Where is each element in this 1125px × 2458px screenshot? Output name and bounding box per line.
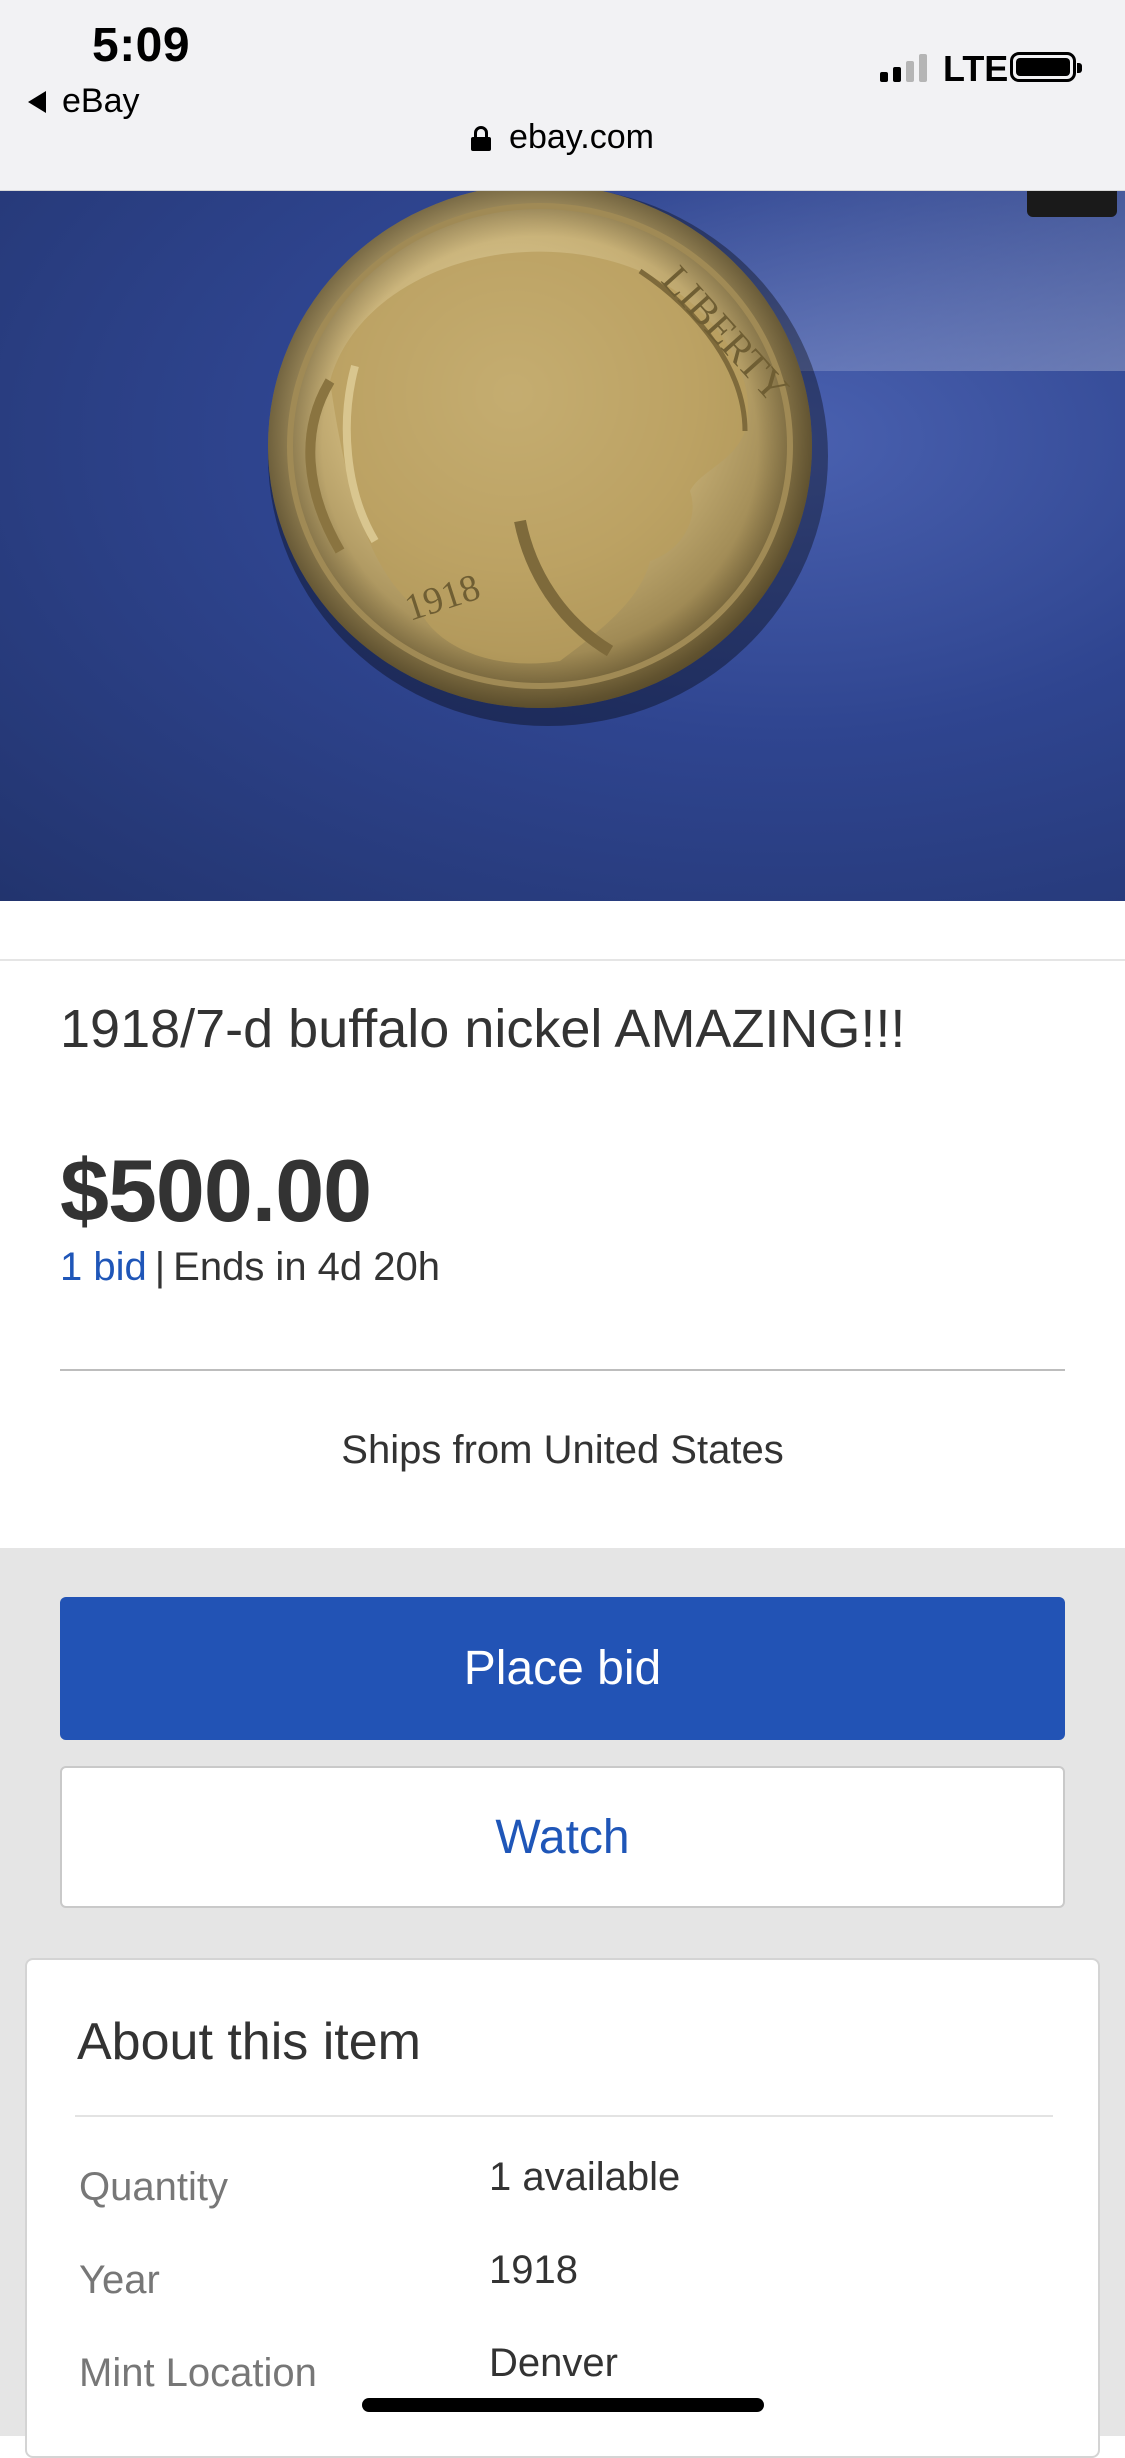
- bid-info: 1 bid | Ends in 4d 20h: [60, 1245, 440, 1290]
- battery-icon: [1010, 52, 1082, 82]
- back-arrow-icon: [28, 90, 46, 113]
- image-corner-overlay: [1027, 191, 1117, 217]
- about-item-card: About this item Quantity 1 available Yea…: [25, 1958, 1100, 2458]
- bid-separator: |: [154, 1245, 166, 1289]
- about-divider: [75, 2115, 1053, 2117]
- network-label: LTE: [943, 48, 1009, 89]
- item-title: 1918/7-d buffalo nickel AMAZING!!!: [60, 999, 906, 1059]
- spec-label: Quantity: [79, 2165, 228, 2209]
- spec-value: 1918: [489, 2248, 578, 2292]
- spec-value: Denver: [489, 2341, 618, 2385]
- status-bar: 5:09 eBay LTE ebay.com: [0, 0, 1125, 191]
- url-text: ebay.com: [509, 118, 654, 156]
- bid-count-link[interactable]: 1 bid: [60, 1245, 147, 1289]
- coin-image: LIBERTY 1918: [268, 191, 1125, 726]
- address-bar[interactable]: ebay.com: [0, 118, 1125, 157]
- spec-label: Year: [79, 2258, 160, 2302]
- image-pager-strip: [0, 901, 1125, 961]
- watch-button[interactable]: Watch: [60, 1766, 1065, 1908]
- divider: [60, 1369, 1065, 1371]
- lock-icon: [471, 125, 492, 151]
- spec-label: Mint Location: [79, 2351, 317, 2395]
- time-left: Ends in 4d 20h: [173, 1245, 441, 1289]
- product-image[interactable]: LIBERTY 1918: [0, 191, 1125, 901]
- place-bid-button[interactable]: Place bid: [60, 1597, 1065, 1740]
- spec-value: 1 available: [489, 2155, 681, 2199]
- back-app-label: eBay: [62, 82, 140, 120]
- back-to-app-link[interactable]: eBay: [28, 82, 140, 121]
- about-item-heading: About this item: [77, 2013, 421, 2071]
- signal-icon: [880, 52, 927, 82]
- ships-from: Ships from United States: [341, 1428, 784, 1472]
- clock: 5:09: [92, 19, 191, 72]
- item-price: $500.00: [60, 1141, 372, 1240]
- home-indicator[interactable]: [362, 2398, 764, 2412]
